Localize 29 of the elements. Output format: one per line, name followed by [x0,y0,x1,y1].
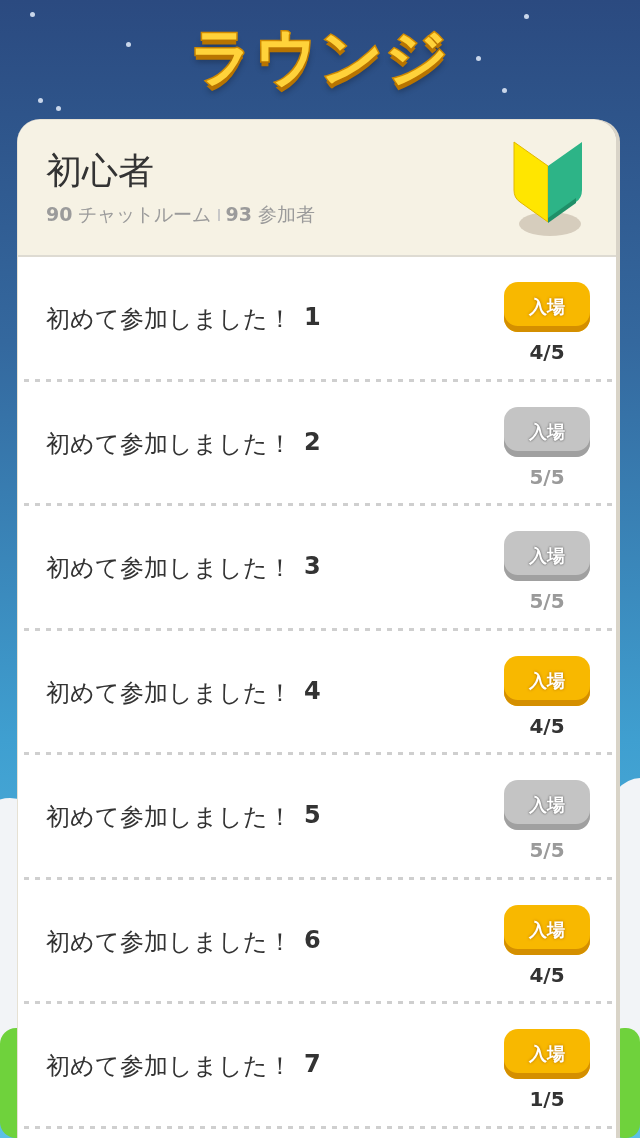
enter-button[interactable]: 入場 [504,282,590,333]
enter-button[interactable]: 入場 [504,655,590,706]
room-number: 5 [304,801,321,832]
member-count: 1/5 [529,1087,565,1112]
room-title: 初めて参加しました！ [46,926,292,958]
room-number: 2 [304,427,321,458]
room-title: 初めて参加しました！ [46,1051,292,1083]
room-count: 90 チャットルーム [46,202,212,227]
room-number: 3 [304,552,321,583]
room-number: 7 [304,1050,321,1081]
member-count: 5/5 [529,838,565,863]
room-number: 1 [304,303,321,334]
member-count: 5/5 [529,464,565,489]
member-count: 5/5 [529,589,565,614]
member-count: 4/5 [529,340,565,365]
member-count: 4/5 [529,713,565,738]
room-title: 初めて参加しました！ [46,677,292,709]
room-title: 初めて参加しました！ [46,304,292,336]
lounge-name: 初心者 [46,149,155,193]
room-title: 初めて参加しました！ [46,553,292,585]
lounge-logo: ラウンジ [190,19,450,95]
room-number: 4 [304,676,321,707]
member-count: 4/5 [529,962,565,987]
room-number: 6 [304,925,321,956]
participant-count: 93 参加者 [225,202,315,227]
enter-button[interactable]: 入場 [504,904,590,955]
room-title: 初めて参加しました！ [46,802,292,834]
room-title: 初めて参加しました！ [46,428,292,460]
enter-button[interactable]: 入場 [504,1029,590,1080]
